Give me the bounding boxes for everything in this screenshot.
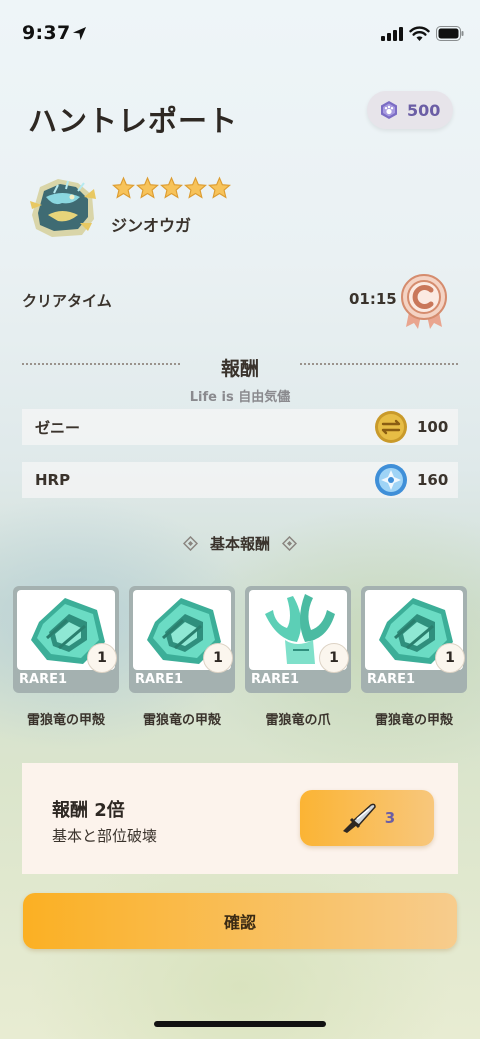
reward-row-zenny: ゼニー 100: [22, 409, 458, 445]
double-reward-card: 報酬 2倍 基本と部位破壊 3: [22, 763, 458, 874]
item-count-badge: 1: [435, 643, 465, 673]
star-icon: [112, 176, 135, 199]
difficulty-stars: [112, 176, 231, 200]
reward-row-value: 100: [417, 418, 449, 436]
wifi-icon: [409, 26, 430, 41]
battery-icon: [436, 26, 464, 41]
star-icon: [136, 176, 159, 199]
page-title: ハントレポート: [28, 104, 239, 138]
item-count-badge: 1: [87, 643, 117, 673]
reward-row-label: HRP: [35, 471, 71, 489]
item-rarity: RARE1: [135, 672, 184, 687]
double-reward-subtitle: 基本と部位破壊: [52, 827, 158, 845]
star-icon: [160, 176, 183, 199]
home-indicator[interactable]: [154, 1021, 326, 1027]
location-arrow-icon: [72, 26, 87, 41]
double-reward-button[interactable]: 3: [300, 790, 434, 846]
item-rarity: RARE1: [367, 672, 416, 687]
diamond-icon: [182, 536, 198, 551]
confirm-button[interactable]: 確認: [23, 893, 457, 949]
rank-c-medal-icon: [401, 274, 447, 329]
item-count-badge: 1: [203, 643, 233, 673]
reward-row-label: ゼニー: [35, 418, 81, 437]
basic-reward-title: 基本報酬: [209, 535, 270, 553]
zenny-coin-icon: [375, 411, 407, 443]
currency-value: 500: [407, 100, 441, 120]
item-rarity: RARE1: [251, 672, 300, 687]
clear-time-value: 01:15: [349, 290, 397, 308]
item-rarity: RARE1: [19, 672, 68, 687]
reward-title: 報酬: [220, 358, 259, 380]
reward-item-card[interactable]: RARE1 1: [13, 586, 119, 693]
item-name: 雷狼竜の甲殻: [374, 713, 453, 728]
item-name: 雷狼竜の爪: [265, 713, 331, 728]
reward-item-card[interactable]: RARE1 1: [129, 586, 235, 693]
reward-item-card[interactable]: RARE1 1: [361, 586, 467, 693]
clear-time-label: クリアタイム: [22, 292, 112, 310]
knife-ticket-icon: [342, 803, 376, 833]
item-name: 雷狼竜の甲殻: [142, 713, 221, 728]
reward-row-value: 160: [417, 471, 449, 489]
ticket-count: 3: [384, 809, 396, 827]
cellular-signal-icon: [381, 27, 403, 41]
gem-paw-icon: [381, 101, 397, 119]
double-reward-title: 報酬 2倍: [52, 800, 125, 821]
star-icon: [208, 176, 231, 199]
hrp-icon: [375, 464, 407, 496]
basic-reward-heading: 基本報酬: [0, 533, 480, 554]
diamond-icon: [282, 536, 297, 551]
item-count-badge: 1: [319, 643, 349, 673]
item-name: 雷狼竜の甲殻: [26, 713, 105, 728]
star-icon: [184, 176, 207, 199]
overlay-caption: Life is 自由気儘: [189, 390, 291, 405]
monster-name: ジンオウガ: [111, 216, 192, 235]
status-time: 9:37: [22, 22, 71, 44]
monster-icon: [30, 179, 96, 237]
currency-pill[interactable]: 500: [367, 91, 453, 129]
reward-row-hrp: HRP 160: [22, 462, 458, 498]
reward-item-card[interactable]: RARE1 1: [245, 586, 351, 693]
